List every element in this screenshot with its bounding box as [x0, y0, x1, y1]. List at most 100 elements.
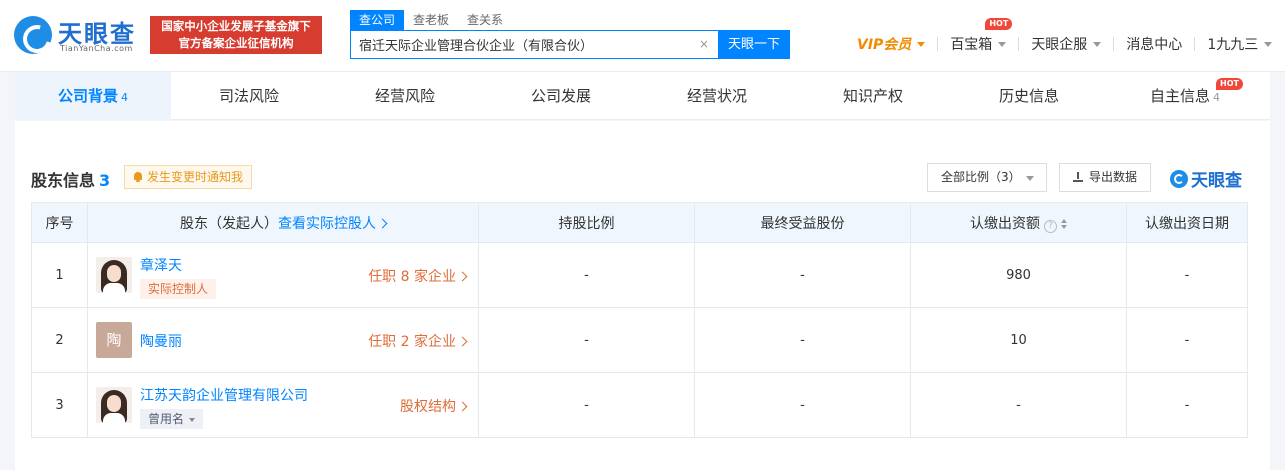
section-count: 3	[99, 171, 111, 190]
tab-intellectual-property[interactable]: 知识产权	[795, 72, 951, 120]
export-label: 导出数据	[1088, 170, 1137, 184]
tab-history[interactable]: 历史信息	[951, 72, 1107, 120]
hot-badge: HOT	[985, 18, 1013, 30]
col-date: 认缴出资日期	[1126, 202, 1248, 243]
watermark-text: 天眼查	[1191, 171, 1242, 191]
toolbox-label: 百宝箱	[950, 37, 993, 53]
subscribed-cell: 10	[910, 307, 1127, 373]
notify-change-button[interactable]: 发生变更时通知我	[124, 165, 253, 189]
date-cell: -	[1126, 372, 1248, 438]
table-row: 1 章泽天 实际控制人 任职 8 家企业 - - 980 -	[31, 242, 1248, 308]
sort-icon[interactable]	[1061, 218, 1067, 229]
toolbox-menu[interactable]: 百宝箱 HOT	[938, 18, 1018, 54]
col-subscribed[interactable]: 认缴出资额?	[910, 202, 1127, 243]
tab-judicial-risk[interactable]: 司法风险	[171, 72, 327, 120]
shareholder-name-link[interactable]: 陶曼丽	[140, 331, 182, 351]
search-tab-relation[interactable]: 查关系	[458, 10, 512, 30]
positions-label: 任职 2 家企业	[368, 334, 456, 350]
ratio-filter-select[interactable]: 全部比例（3）	[927, 163, 1047, 192]
logo-icon	[14, 16, 52, 54]
top-header: 天眼查 TianYanCha.com 国家中小企业发展子基金旗下 官方备案企业征…	[0, 0, 1285, 72]
equity-structure-label: 股权结构	[400, 399, 456, 415]
caret-down-icon	[998, 41, 1007, 47]
benefit-cell: -	[694, 372, 911, 438]
banner-line2: 官方备案企业征信机构	[178, 36, 294, 50]
benefit-cell: -	[694, 307, 911, 373]
site-logo[interactable]: 天眼查 TianYanCha.com	[14, 14, 144, 54]
vip-menu[interactable]: VIP会员	[845, 34, 937, 54]
tab-self-info[interactable]: 自主信息 4 HOT	[1107, 72, 1263, 120]
avatar[interactable]	[96, 387, 132, 423]
user-menu[interactable]: 1九九三	[1195, 34, 1284, 54]
logo-icon	[1170, 169, 1188, 188]
search-button[interactable]: 天眼一下	[718, 30, 790, 59]
search-tab-company[interactable]: 查公司	[350, 10, 405, 30]
messages-link[interactable]: 消息中心	[1114, 34, 1194, 54]
shareholder-name-link[interactable]: 江苏天韵企业管理有限公司	[140, 385, 308, 405]
header-nav: VIP会员 百宝箱 HOT 天眼企服 消息中心 1九九三	[845, 18, 1284, 54]
tab-company-development[interactable]: 公司发展	[483, 72, 639, 120]
shareholder-table: 序号 股东（发起人）查看实际控股人 持股比例 最终受益股份 认缴出资额? 认缴出…	[31, 202, 1248, 438]
shareholder-panel: 股东信息 3 发生变更时通知我 全部比例（3） 导出数据 天眼查 序号 股东（发起…	[15, 121, 1270, 470]
official-banner[interactable]: 国家中小企业发展子基金旗下 官方备案企业征信机构	[150, 16, 322, 54]
avatar[interactable]	[96, 257, 132, 293]
hot-badge: HOT	[1216, 78, 1243, 90]
help-icon[interactable]: ?	[1044, 219, 1057, 233]
former-name-toggle[interactable]: 曾用名	[140, 409, 204, 429]
enterprise-menu[interactable]: 天眼企服	[1019, 34, 1113, 54]
tab-company-background[interactable]: 公司背景 4	[15, 72, 171, 120]
tab-count: 4	[1213, 91, 1220, 104]
col-shareholder-label: 股东（发起人）	[180, 215, 278, 232]
view-controller-label: 查看实际控股人	[278, 215, 376, 232]
tab-count: 4	[121, 91, 128, 104]
clear-icon[interactable]: ×	[697, 37, 711, 51]
ratio-cell: -	[478, 372, 695, 438]
row-index: 3	[31, 372, 88, 438]
col-subscribed-label: 认缴出资额	[970, 215, 1040, 232]
logo-subtext: TianYanCha.com	[60, 44, 133, 53]
search-input[interactable]	[351, 31, 696, 58]
view-controller-link[interactable]: 查看实际控股人	[278, 215, 388, 232]
table-header-row: 序号 股东（发起人）查看实际控股人 持股比例 最终受益股份 认缴出资额? 认缴出…	[31, 202, 1248, 243]
col-shareholder: 股东（发起人）查看实际控股人	[87, 202, 479, 243]
banner-line1: 国家中小企业发展子基金旗下	[161, 19, 311, 33]
ratio-filter-value: 全部比例（3）	[941, 170, 1021, 184]
chevron-right-icon	[457, 336, 468, 347]
positions-link[interactable]: 任职 2 家企业	[368, 331, 468, 351]
watermark-logo: 天眼查	[1170, 166, 1242, 191]
tab-business-risk[interactable]: 经营风险	[327, 72, 483, 120]
former-name-label: 曾用名	[148, 412, 185, 426]
controller-tag: 实际控制人	[140, 279, 217, 299]
chevron-right-icon	[377, 218, 388, 228]
date-cell: -	[1126, 242, 1248, 308]
enterprise-label: 天眼企服	[1031, 37, 1088, 53]
export-data-button[interactable]: 导出数据	[1059, 163, 1151, 192]
chevron-right-icon	[457, 401, 468, 412]
subscribed-cell: 980	[910, 242, 1127, 308]
col-index: 序号	[31, 202, 88, 243]
caret-down-icon	[189, 418, 196, 422]
tab-business-status[interactable]: 经营状况	[639, 72, 795, 120]
tab-label: 公司背景	[57, 87, 118, 105]
chevron-right-icon	[457, 271, 468, 282]
row-index: 2	[31, 307, 88, 373]
table-row: 3 江苏天韵企业管理有限公司 曾用名 股权结构 - - - -	[31, 372, 1248, 438]
caret-down-icon	[1264, 41, 1273, 47]
search-tab-boss[interactable]: 查老板	[404, 10, 458, 30]
vip-label: VIP会员	[857, 37, 912, 53]
col-ratio: 持股比例	[478, 202, 695, 243]
avatar[interactable]: 陶	[96, 322, 132, 358]
shareholder-cell: 江苏天韵企业管理有限公司 曾用名 股权结构	[87, 372, 479, 438]
subscribed-cell: -	[910, 372, 1127, 438]
ratio-cell: -	[478, 307, 695, 373]
ratio-cell: -	[478, 242, 695, 308]
col-benefit: 最终受益股份	[694, 202, 911, 243]
shareholder-cell: 陶 陶曼丽 任职 2 家企业	[87, 307, 479, 373]
bell-icon	[133, 172, 143, 182]
search-box: × 天眼一下	[350, 30, 790, 59]
equity-structure-link[interactable]: 股权结构	[400, 396, 468, 416]
export-icon	[1072, 172, 1083, 182]
positions-link[interactable]: 任职 8 家企业	[368, 266, 468, 286]
shareholder-name-link[interactable]: 章泽天	[140, 255, 182, 275]
date-cell: -	[1126, 307, 1248, 373]
